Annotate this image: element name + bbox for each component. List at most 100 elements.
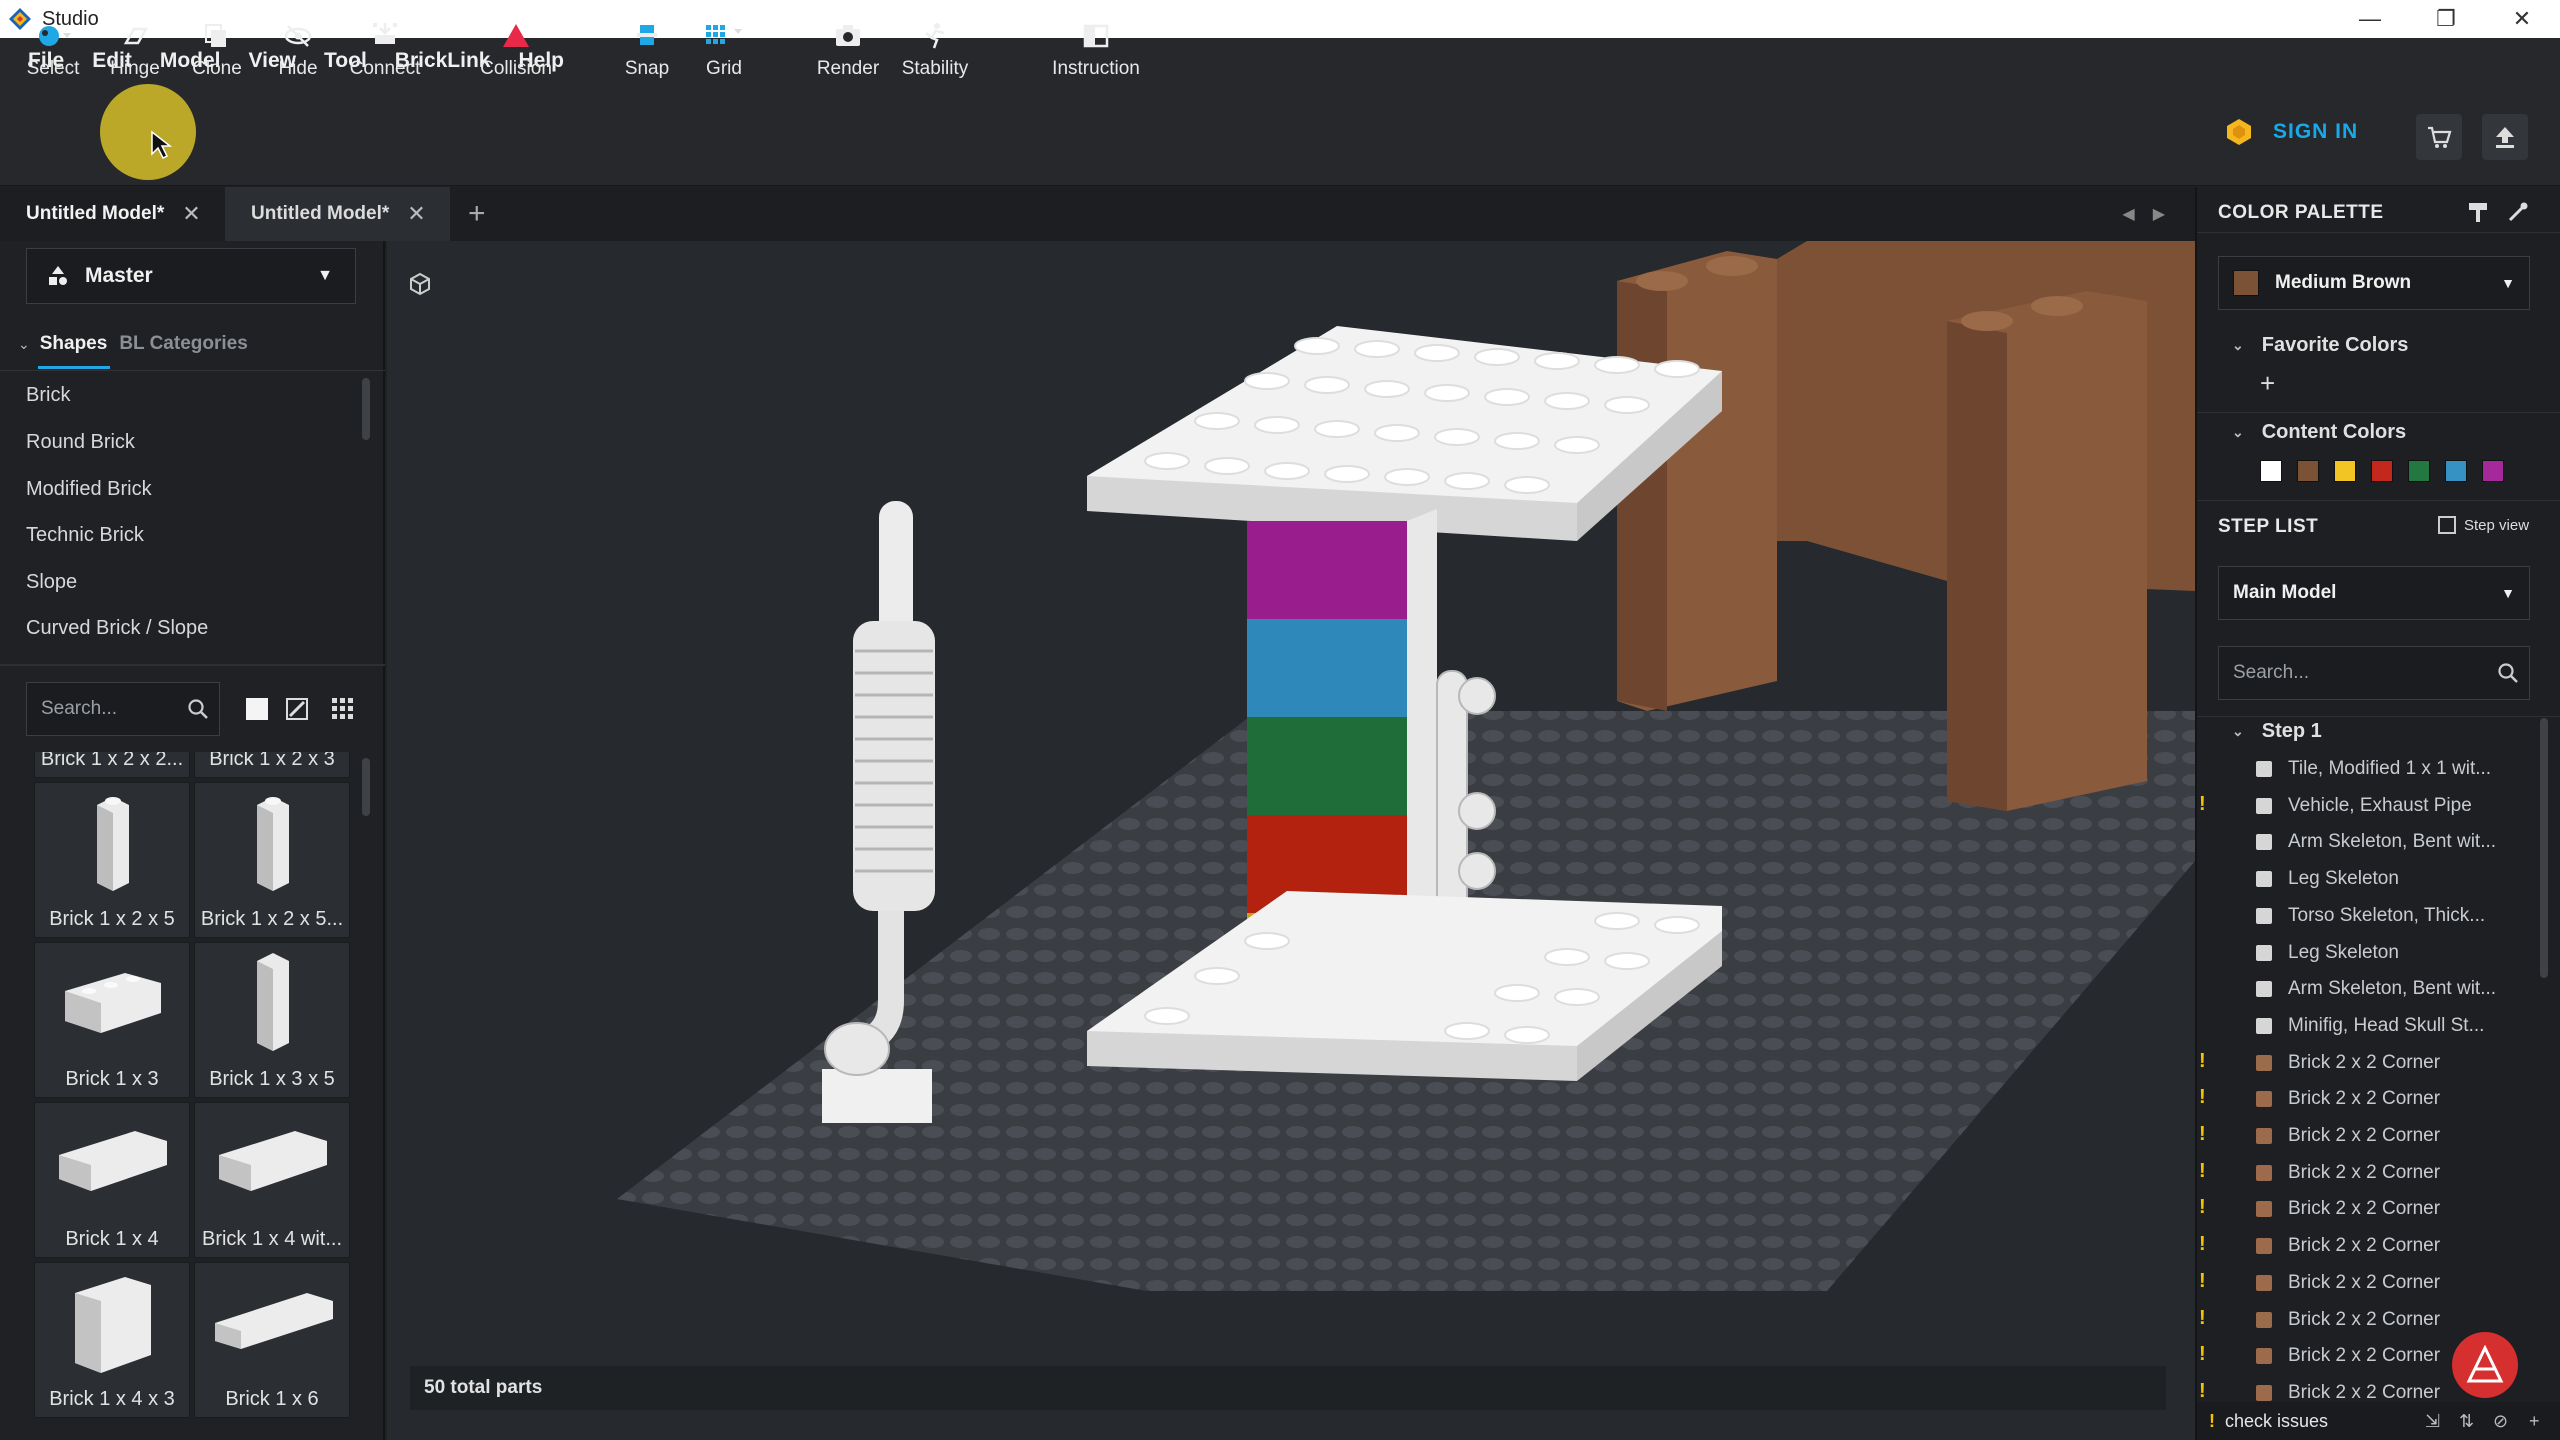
eyedropper-icon[interactable] — [2506, 200, 2530, 229]
step-list-item[interactable]: Tile, Modified 1 x 1 wit... — [2256, 758, 2491, 780]
category-item[interactable]: Technic Brick — [26, 524, 144, 547]
content-colors-section[interactable]: ⌄ Content Colors — [2232, 421, 2406, 444]
brick-item[interactable]: Brick 1 x 3 — [34, 942, 190, 1098]
step-list-item[interactable]: Leg Skeleton — [2256, 942, 2399, 964]
brick-item[interactable]: Brick 1 x 4 wit... — [194, 1102, 350, 1258]
add-step-icon[interactable]: + — [2529, 1411, 2540, 1432]
step-list-item[interactable]: Vehicle, Exhaust Pipe — [2256, 795, 2472, 817]
step-1-header[interactable]: ⌄ Step 1 — [2232, 720, 2322, 743]
step-list-item[interactable]: Brick 2 x 2 Corner — [2256, 1272, 2440, 1294]
step-list-item[interactable]: Brick 2 x 2 Corner — [2256, 1345, 2440, 1367]
brick-item[interactable]: Brick 1 x 2 x 2... — [34, 752, 190, 778]
step-view-toggle[interactable]: Step view — [2438, 516, 2529, 534]
step-list-item[interactable]: Brick 2 x 2 Corner — [2256, 1125, 2440, 1147]
category-item[interactable]: Brick — [26, 384, 70, 407]
category-item[interactable]: Modified Brick — [26, 478, 152, 501]
hide-eye-icon — [278, 18, 318, 54]
tab-untitled-model-2[interactable]: Untitled Model* ✕ — [225, 187, 450, 241]
tab-scroll-left-icon[interactable]: ◀ — [2122, 204, 2134, 224]
step-search-input[interactable]: Search... — [2218, 646, 2530, 700]
category-scrollbar[interactable] — [362, 378, 370, 440]
category-item[interactable]: Curved Brick / Slope — [26, 617, 208, 640]
category-item[interactable]: Round Brick — [26, 431, 135, 454]
step-list-item[interactable]: Torso Skeleton, Thick... — [2256, 905, 2485, 927]
close-window-button[interactable]: ✕ — [2484, 0, 2560, 38]
step-list-item[interactable]: Brick 2 x 2 Corner — [2256, 1309, 2440, 1331]
color-swatch-brown[interactable] — [2297, 460, 2319, 482]
collapse-chevron-icon: ⌄ — [2232, 337, 2244, 353]
category-item[interactable]: Slope — [26, 571, 77, 594]
brick-item[interactable]: Brick 1 x 2 x 3 — [194, 752, 350, 778]
favorite-colors-section[interactable]: ⌄ Favorite Colors — [2232, 334, 2408, 357]
restore-button[interactable]: ❐ — [2408, 0, 2484, 38]
hide-issues-icon[interactable]: ⊘ — [2493, 1411, 2508, 1432]
search-icon — [2498, 663, 2518, 683]
color-swatch-blue[interactable] — [2445, 460, 2467, 482]
step-list-item[interactable]: Arm Skeleton, Bent wit... — [2256, 831, 2496, 853]
instruction-tool-button[interactable]: Instruction — [1041, 18, 1151, 80]
model-dropdown[interactable]: Main Model ▼ — [2218, 566, 2530, 620]
step-list-item[interactable]: Minifig, Head Skull St... — [2256, 1015, 2484, 1037]
step-list-item[interactable]: Leg Skeleton — [2256, 868, 2399, 890]
view-cube-icon[interactable] — [407, 271, 433, 297]
collapse-chevron-icon[interactable]: ⌄ — [18, 336, 30, 353]
step-list-scrollbar[interactable] — [2540, 718, 2548, 978]
document-tab-bar: Untitled Model* ✕ Untitled Model* ✕ + ◀ … — [0, 187, 2195, 241]
add-favorite-color-icon[interactable]: + — [2260, 368, 2275, 399]
connect-tool-button[interactable]: Connect — [330, 18, 440, 80]
grid-tool-button[interactable]: Grid — [669, 18, 779, 80]
collapse-all-icon[interactable]: ⇲ — [2425, 1411, 2440, 1432]
tab-bl-categories[interactable]: BL Categories — [119, 333, 247, 355]
3d-viewport[interactable] — [387, 241, 2195, 1440]
close-tab-icon[interactable]: ✕ — [182, 201, 200, 227]
color-swatch-red[interactable] — [2371, 460, 2393, 482]
step-view-checkbox[interactable] — [2438, 516, 2456, 534]
step-list-item[interactable]: Arm Skeleton, Bent wit... — [2256, 978, 2496, 1000]
tab-scroll-right-icon[interactable]: ▶ — [2153, 204, 2165, 224]
step-list-item[interactable]: Brick 2 x 2 Corner — [2256, 1235, 2440, 1257]
upload-button[interactable] — [2482, 114, 2528, 160]
check-issues-bar[interactable]: ! check issues ⇲ ⇅ ⊘ + — [2197, 1402, 2560, 1440]
brick-item[interactable]: Brick 1 x 4 — [34, 1102, 190, 1258]
step-item-label: Brick 2 x 2 Corner — [2288, 1345, 2441, 1366]
step-list-item[interactable]: Brick 2 x 2 Corner — [2256, 1162, 2440, 1184]
step-list-item[interactable]: Brick 2 x 2 Corner — [2256, 1088, 2440, 1110]
color-swatch-green[interactable] — [2408, 460, 2430, 482]
solid-view-icon[interactable] — [244, 696, 270, 722]
step-item-label: Brick 2 x 2 Corner — [2288, 1272, 2441, 1293]
step-list-item[interactable]: Brick 2 x 2 Corner — [2256, 1052, 2440, 1074]
grid-view-icon[interactable] — [330, 696, 356, 722]
brick-item[interactable]: Brick 1 x 4 x 3 — [34, 1262, 190, 1418]
brick-item[interactable]: Brick 1 x 6 — [194, 1262, 350, 1418]
collision-tool-button[interactable]: Collision — [461, 18, 571, 80]
minimize-button[interactable]: — — [2332, 0, 2408, 38]
palette-dropdown[interactable]: Master ▼ — [26, 248, 356, 304]
hinge-icon — [115, 18, 155, 54]
step-item-label: Leg Skeleton — [2288, 868, 2399, 889]
color-swatch-white[interactable] — [2260, 460, 2282, 482]
brick-item[interactable]: Brick 1 x 3 x 5 — [194, 942, 350, 1098]
close-tab-icon[interactable]: ✕ — [407, 201, 425, 227]
help-assistant-button[interactable] — [2452, 1332, 2518, 1398]
edit-view-icon[interactable] — [284, 696, 310, 722]
add-tab-icon[interactable]: + — [468, 197, 486, 231]
tab-shapes[interactable]: Shapes — [40, 333, 108, 355]
color-swatch-yellow[interactable] — [2334, 460, 2356, 482]
warning-icon: ! — [2199, 1307, 2206, 1329]
check-issues-label: check issues — [2225, 1410, 2329, 1431]
sign-in-button[interactable]: SIGN IN — [2225, 118, 2358, 146]
brick-grid-scrollbar[interactable] — [362, 758, 370, 816]
cart-button[interactable] — [2416, 114, 2462, 160]
color-dropdown[interactable]: Medium Brown ▼ — [2218, 256, 2530, 310]
step-list-item[interactable]: Brick 2 x 2 Corner — [2256, 1382, 2440, 1404]
parts-search-input[interactable]: Search... — [26, 682, 220, 736]
expand-all-icon[interactable]: ⇅ — [2459, 1411, 2474, 1432]
stability-tool-button[interactable]: Stability — [880, 18, 990, 80]
brick-item[interactable]: Brick 1 x 2 x 5 — [34, 782, 190, 938]
part-count-label: 50 total parts — [424, 1377, 543, 1398]
paint-bucket-icon[interactable] — [2466, 200, 2490, 229]
tab-untitled-model-1[interactable]: Untitled Model* ✕ — [0, 187, 225, 241]
step-list-item[interactable]: Brick 2 x 2 Corner — [2256, 1198, 2440, 1220]
brick-item[interactable]: Brick 1 x 2 x 5... — [194, 782, 350, 938]
color-swatch-magenta[interactable] — [2482, 460, 2504, 482]
